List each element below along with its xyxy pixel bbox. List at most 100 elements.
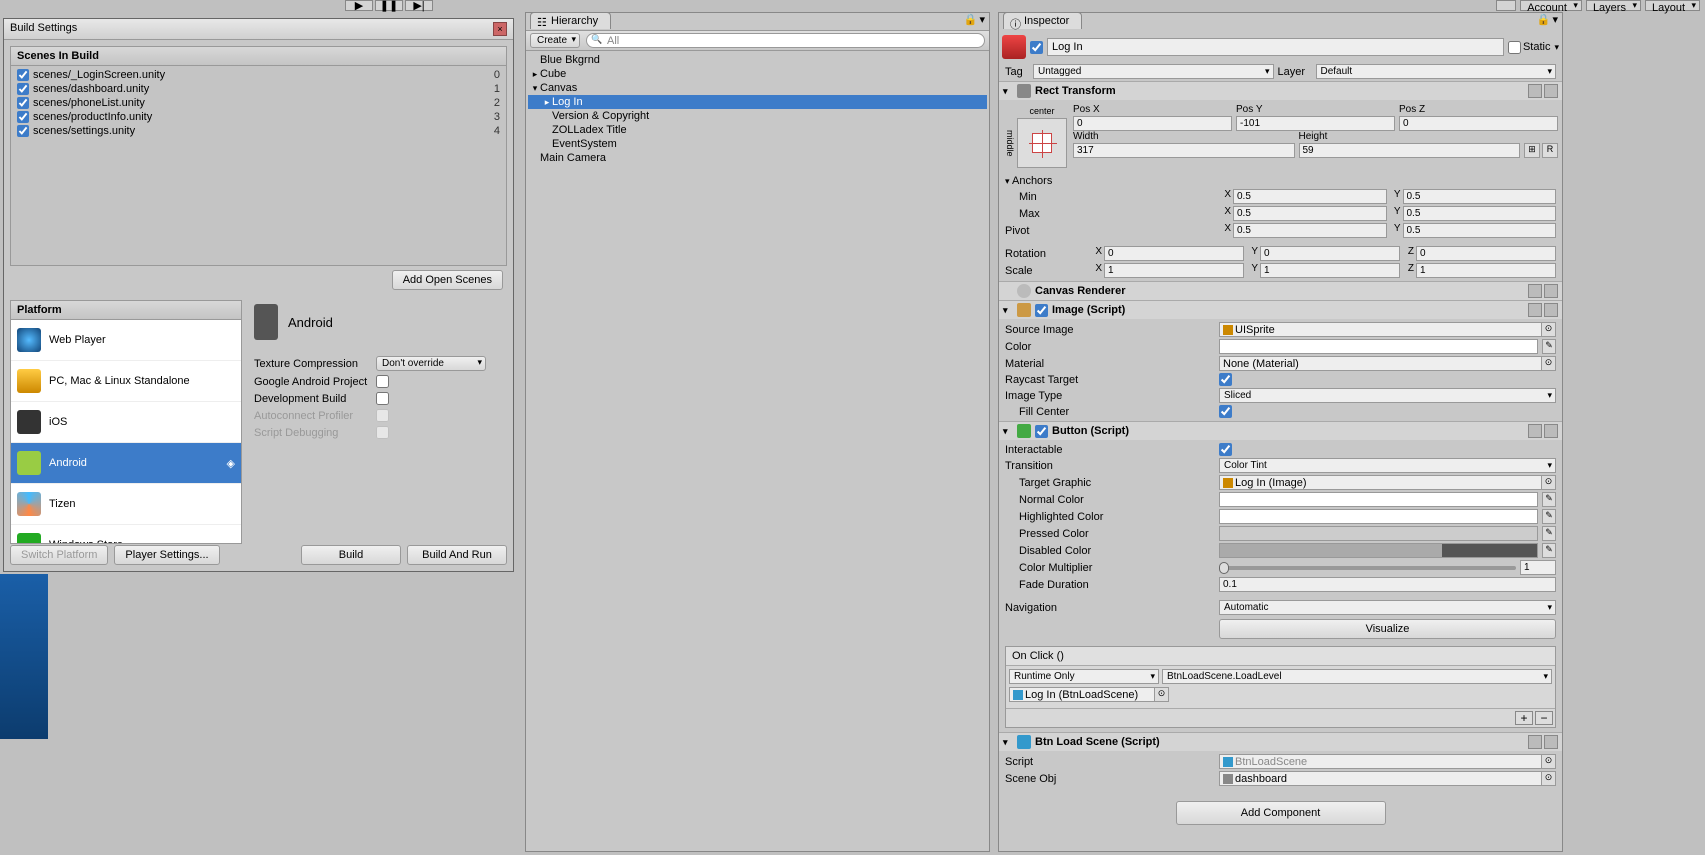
pause-button[interactable]: ❚❚	[375, 0, 403, 11]
object-picker-icon[interactable]: ⊙	[1542, 322, 1556, 337]
close-icon[interactable]: ×	[493, 22, 507, 36]
panel-menu-icon[interactable]: ▾	[979, 13, 985, 26]
object-picker-icon[interactable]: ⊙	[1542, 771, 1556, 786]
gear-icon[interactable]	[1544, 424, 1558, 438]
help-icon[interactable]	[1528, 303, 1542, 317]
normal-color-field[interactable]	[1219, 492, 1538, 507]
gameobject-name-input[interactable]	[1047, 38, 1504, 56]
gear-icon[interactable]	[1544, 284, 1558, 298]
scale-y[interactable]	[1260, 263, 1400, 278]
rotation-y[interactable]	[1260, 246, 1400, 261]
play-button[interactable]: ▶	[345, 0, 373, 11]
hierarchy-item[interactable]: ZOLLadex Title	[528, 123, 987, 137]
platform-pc[interactable]: PC, Mac & Linux Standalone	[11, 361, 241, 402]
component-enabled-checkbox[interactable]	[1035, 425, 1048, 438]
tag-dropdown[interactable]: Untagged	[1033, 64, 1274, 79]
hierarchy-item[interactable]: ▸Cube	[528, 67, 987, 81]
scene-checkbox[interactable]	[17, 125, 29, 137]
build-settings-titlebar[interactable]: Build Settings ×	[4, 19, 513, 40]
highlighted-color-field[interactable]	[1219, 509, 1538, 524]
hierarchy-item[interactable]: Blue Bkgrnd	[528, 53, 987, 67]
component-header[interactable]: ▾ Canvas Renderer	[999, 282, 1562, 300]
gear-icon[interactable]	[1544, 735, 1558, 749]
scene-row[interactable]: scenes/_LoginScreen.unity0	[13, 68, 504, 82]
scene-obj-field[interactable]: dashboard	[1219, 771, 1542, 786]
fold-icon[interactable]: ▾	[1003, 426, 1013, 437]
eyedropper-icon[interactable]: ✎	[1542, 509, 1556, 524]
help-icon[interactable]	[1528, 424, 1542, 438]
raw-edit-button[interactable]: R	[1542, 143, 1558, 158]
scene-row[interactable]: scenes/productInfo.unity3	[13, 110, 504, 124]
platform-windows-store[interactable]: Windows Store	[11, 525, 241, 544]
blueprint-mode-button[interactable]: ⊞	[1524, 143, 1540, 158]
pos-y-input[interactable]	[1236, 116, 1395, 131]
lock-icon[interactable]: 🔒	[1537, 13, 1551, 26]
component-header[interactable]: ▾ Btn Load Scene (Script)	[999, 733, 1562, 751]
pivot-x[interactable]	[1233, 223, 1387, 238]
add-open-scenes-button[interactable]: Add Open Scenes	[392, 270, 503, 290]
pos-z-input[interactable]	[1399, 116, 1558, 131]
scale-x[interactable]	[1104, 263, 1244, 278]
create-dropdown[interactable]: Create	[530, 33, 580, 48]
add-component-button[interactable]: Add Component	[1176, 801, 1386, 825]
build-button[interactable]: Build	[301, 545, 401, 565]
hierarchy-item[interactable]: Main Camera	[528, 151, 987, 165]
platform-list[interactable]: Web Player PC, Mac & Linux Standalone iO…	[10, 320, 242, 544]
fold-icon[interactable]: ▾	[1003, 86, 1013, 97]
lock-icon[interactable]: 🔒	[964, 13, 978, 26]
fold-icon[interactable]: ▾	[1003, 737, 1013, 748]
eyedropper-icon[interactable]: ✎	[1542, 339, 1556, 354]
source-image-field[interactable]: UISprite	[1219, 322, 1542, 337]
scale-z[interactable]	[1416, 263, 1556, 278]
inspector-tab[interactable]: ⓘ Inspector	[1003, 12, 1082, 29]
object-picker-icon[interactable]: ⊙	[1542, 754, 1556, 769]
platform-android[interactable]: Android◈	[11, 443, 241, 484]
target-graphic-field[interactable]: Log In (Image)	[1219, 475, 1542, 490]
interactable-checkbox[interactable]	[1219, 443, 1232, 456]
function-dropdown[interactable]: BtnLoadScene.LoadLevel	[1162, 669, 1552, 684]
hierarchy-search[interactable]: All	[586, 33, 985, 48]
panel-menu-icon[interactable]: ▾	[1552, 13, 1558, 26]
add-event-button[interactable]: +	[1515, 711, 1533, 725]
color-multiplier-slider[interactable]	[1219, 566, 1516, 570]
color-multiplier-input[interactable]	[1520, 560, 1556, 575]
account-dropdown[interactable]: Account	[1520, 0, 1582, 11]
image-type-dropdown[interactable]: Sliced	[1219, 388, 1556, 403]
help-icon[interactable]	[1528, 284, 1542, 298]
component-header[interactable]: ▾ Image (Script)	[999, 301, 1562, 319]
step-button[interactable]: ▶|	[405, 0, 433, 11]
pos-x-input[interactable]	[1073, 116, 1232, 131]
rotation-x[interactable]	[1104, 246, 1244, 261]
height-input[interactable]	[1299, 143, 1521, 158]
player-settings-button[interactable]: Player Settings...	[114, 545, 219, 565]
scene-checkbox[interactable]	[17, 97, 29, 109]
google-project-checkbox[interactable]	[376, 375, 389, 388]
pressed-color-field[interactable]	[1219, 526, 1538, 541]
remove-event-button[interactable]: −	[1535, 711, 1553, 725]
platform-tizen[interactable]: Tizen	[11, 484, 241, 525]
anchor-max-x[interactable]	[1233, 206, 1387, 221]
scene-checkbox[interactable]	[17, 69, 29, 81]
dev-build-checkbox[interactable]	[376, 392, 389, 405]
static-checkbox[interactable]: Static	[1508, 41, 1559, 54]
eyedropper-icon[interactable]: ✎	[1542, 543, 1556, 558]
layer-dropdown[interactable]: Default	[1316, 64, 1557, 79]
raycast-target-checkbox[interactable]	[1219, 373, 1232, 386]
disabled-color-field[interactable]	[1219, 543, 1538, 558]
scene-checkbox[interactable]	[17, 83, 29, 95]
anchor-max-y[interactable]	[1403, 206, 1557, 221]
anchor-min-y[interactable]	[1403, 189, 1557, 204]
anchor-preset-button[interactable]: center middle	[1017, 118, 1067, 168]
object-picker-icon[interactable]: ⊙	[1542, 475, 1556, 490]
runtime-dropdown[interactable]: Runtime Only	[1009, 669, 1159, 684]
gear-icon[interactable]	[1544, 303, 1558, 317]
component-header[interactable]: ▾ Button (Script)	[999, 422, 1562, 440]
object-picker-icon[interactable]: ⊙	[1542, 356, 1556, 371]
visualize-button[interactable]: Visualize	[1219, 619, 1556, 639]
anchor-min-x[interactable]	[1233, 189, 1387, 204]
color-field[interactable]	[1219, 339, 1538, 354]
platform-web-player[interactable]: Web Player	[11, 320, 241, 361]
transition-dropdown[interactable]: Color Tint	[1219, 458, 1556, 473]
scene-row[interactable]: scenes/phoneList.unity2	[13, 96, 504, 110]
component-enabled-checkbox[interactable]	[1035, 304, 1048, 317]
